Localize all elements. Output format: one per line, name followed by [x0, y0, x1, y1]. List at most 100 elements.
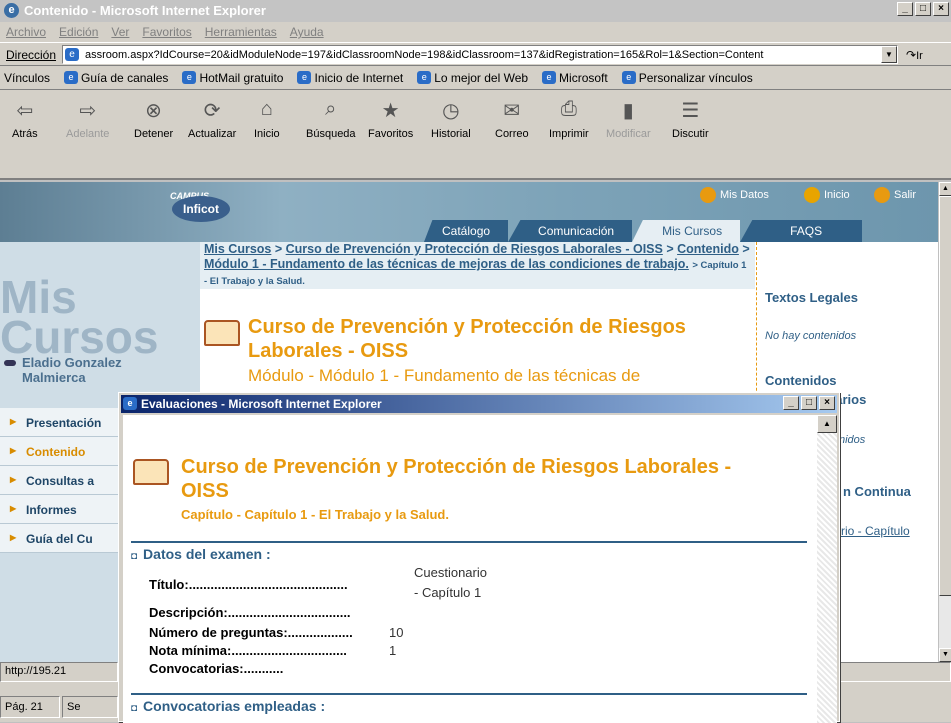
- scroll-down-button[interactable]: ▼: [939, 648, 951, 662]
- mis-cursos-graphic: Mis Cursos: [0, 271, 159, 363]
- evaluacion-link[interactable]: rio - Capítulo: [841, 524, 910, 538]
- page-scrollbar[interactable]: ▲ ▼: [938, 182, 951, 662]
- crumb-contenido[interactable]: Contenido: [677, 242, 739, 256]
- tab-comunicacion[interactable]: Comunicación: [508, 220, 633, 242]
- field-titulo-value-1: Cuestionario: [414, 565, 487, 580]
- ie-link-icon: e: [542, 71, 557, 84]
- popup-scrollbar[interactable]: ▲: [817, 415, 837, 723]
- ie-link-icon: e: [417, 71, 432, 84]
- crumb-curso[interactable]: Curso de Prevención y Protección de Ries…: [286, 242, 663, 256]
- back-icon: ⇦: [16, 100, 34, 122]
- page-icon: e: [65, 48, 79, 61]
- back-button[interactable]: ⇦ Atrás: [12, 100, 38, 140]
- discuss-icon: ☰: [681, 100, 700, 122]
- tab-catalogo[interactable]: Catálogo: [424, 220, 509, 242]
- user-icon: [700, 187, 716, 203]
- menu-ayuda[interactable]: Ayuda: [290, 25, 324, 42]
- status-page: Pág. 21: [0, 696, 60, 718]
- window-titlebar: e Contenido - Microsoft Internet Explore…: [0, 0, 951, 22]
- scroll-thumb[interactable]: [939, 196, 951, 596]
- home-button[interactable]: ⌂ Inicio: [254, 98, 280, 140]
- field-titulo-value-2: - Capítulo 1: [414, 585, 482, 600]
- legal-heading: Textos Legales: [765, 290, 858, 305]
- user-name: Eladio Gonzalez Malmierca: [4, 355, 122, 385]
- nav-mis-datos[interactable]: Mis Datos: [700, 187, 769, 203]
- maximize-button[interactable]: □: [915, 2, 931, 16]
- go-button[interactable]: ↷Ir: [906, 48, 923, 62]
- print-button[interactable]: ⎙ Imprimir: [549, 98, 589, 140]
- legal-empty: No hay contenidos: [765, 330, 857, 342]
- field-preguntas-value: 10: [389, 625, 404, 640]
- comentarios-empty: nidos: [839, 434, 866, 446]
- ie-logo-icon: e: [4, 3, 19, 18]
- popup-content: Curso de Prevención y Protección de Ries…: [123, 415, 817, 723]
- popup-scroll-up-button[interactable]: ▲: [817, 415, 837, 433]
- refresh-button[interactable]: ⟳ Actualizar: [188, 100, 236, 140]
- crumb-modulo[interactable]: Módulo 1 - Fundamento de las técnicas de…: [204, 257, 689, 271]
- evaluacion-heading: n Continua: [843, 484, 911, 499]
- link-microsoft[interactable]: e Microsoft: [542, 71, 608, 85]
- tab-faqs[interactable]: FAQS: [740, 220, 863, 242]
- ie-link-icon: e: [182, 71, 197, 84]
- close-button[interactable]: ×: [933, 2, 949, 16]
- home-dot-icon: [804, 187, 820, 203]
- field-preguntas-label: Número de preguntas:..................: [149, 625, 353, 640]
- section-datos-examen: Datos del examen :: [131, 541, 807, 562]
- link-guia-canales[interactable]: e Guía de canales: [64, 71, 168, 85]
- evaluations-popup: e Evaluaciones - Microsoft Internet Expl…: [118, 392, 840, 723]
- field-descripcion-label: Descripción:............................…: [149, 605, 351, 620]
- menu-ver[interactable]: Ver: [111, 25, 129, 42]
- popup-minimize-button[interactable]: _: [783, 396, 799, 410]
- breadcrumb: Mis Cursos > Curso de Prevención y Prote…: [200, 242, 755, 289]
- menu-herramientas[interactable]: Herramientas: [205, 25, 277, 42]
- crumb-mis-cursos[interactable]: Mis Cursos: [204, 242, 271, 256]
- links-bar: Vínculos e Guía de canales e HotMail gratu…: [0, 66, 951, 90]
- forward-button[interactable]: ⇨ Adelante: [66, 100, 109, 140]
- history-button[interactable]: ◷ Historial: [431, 100, 471, 140]
- stop-button[interactable]: ⊗ Detener: [134, 100, 173, 140]
- scroll-up-button[interactable]: ▲: [939, 182, 951, 196]
- book-icon: [204, 320, 240, 346]
- search-button[interactable]: ⌕ Búsqueda: [306, 98, 356, 140]
- link-personalizar[interactable]: e Personalizar vínculos: [621, 71, 753, 85]
- popup-close-button[interactable]: ×: [819, 396, 835, 410]
- link-mejor-web[interactable]: e Lo mejor del Web: [417, 71, 528, 85]
- ie-link-icon: e: [621, 71, 636, 84]
- address-dropdown-button[interactable]: ▼: [881, 46, 897, 63]
- favorites-button[interactable]: ★ Favoritos: [368, 100, 413, 140]
- popup-maximize-button[interactable]: □: [801, 396, 817, 410]
- field-nota-value: 1: [389, 643, 397, 658]
- nav-inicio[interactable]: Inicio: [804, 187, 850, 203]
- links-label: Vínculos: [4, 70, 51, 85]
- field-nota-label: Nota mínima:............................…: [149, 643, 347, 658]
- status-right: [840, 662, 951, 682]
- field-titulo-label: Título:.................................…: [149, 577, 348, 592]
- course-title: Curso de Prevención y Protección de Ries…: [248, 316, 686, 362]
- address-bar: Dirección e assroom.aspx?IdCourse=20&idM…: [0, 42, 951, 66]
- history-icon: ◷: [442, 100, 460, 122]
- link-hotmail[interactable]: e HotMail gratuito: [182, 71, 283, 85]
- minimize-button[interactable]: _: [897, 2, 913, 16]
- nav-salir[interactable]: Salir: [874, 187, 916, 203]
- discuss-button[interactable]: ☰ Discutir: [672, 100, 709, 140]
- menu-edicion[interactable]: Edición: [59, 25, 98, 42]
- address-input[interactable]: e assroom.aspx?IdCourse=20&idModuleNode=…: [62, 45, 898, 64]
- mail-button[interactable]: ✉ Correo: [495, 100, 529, 140]
- link-inicio-internet[interactable]: e Inicio de Internet: [297, 71, 403, 85]
- site-logo[interactable]: Inficot: [172, 196, 230, 222]
- key-icon: [4, 360, 16, 366]
- menu-favoritos[interactable]: Favoritos: [142, 25, 191, 42]
- module-line: Módulo - Módulo 1 - Fundamento de las té…: [248, 366, 641, 385]
- popup-chapter: Capítulo - Capítulo 1 - El Trabajo y la …: [181, 507, 449, 522]
- refresh-icon: ⟳: [203, 100, 221, 122]
- edit-button[interactable]: ▮ Modificar: [606, 100, 651, 140]
- tab-mis-cursos[interactable]: Mis Cursos: [632, 220, 741, 242]
- home-icon: ⌂: [260, 98, 273, 120]
- book-icon: [133, 459, 169, 485]
- address-label: Dirección: [6, 48, 57, 62]
- search-icon: ⌕: [325, 98, 337, 120]
- stop-icon: ⊗: [145, 100, 162, 122]
- menu-archivo[interactable]: Archivo: [6, 25, 46, 42]
- window-title: Contenido - Microsoft Internet Explorer: [24, 3, 266, 18]
- popup-title: Evaluaciones - Microsoft Internet Explor…: [141, 397, 382, 411]
